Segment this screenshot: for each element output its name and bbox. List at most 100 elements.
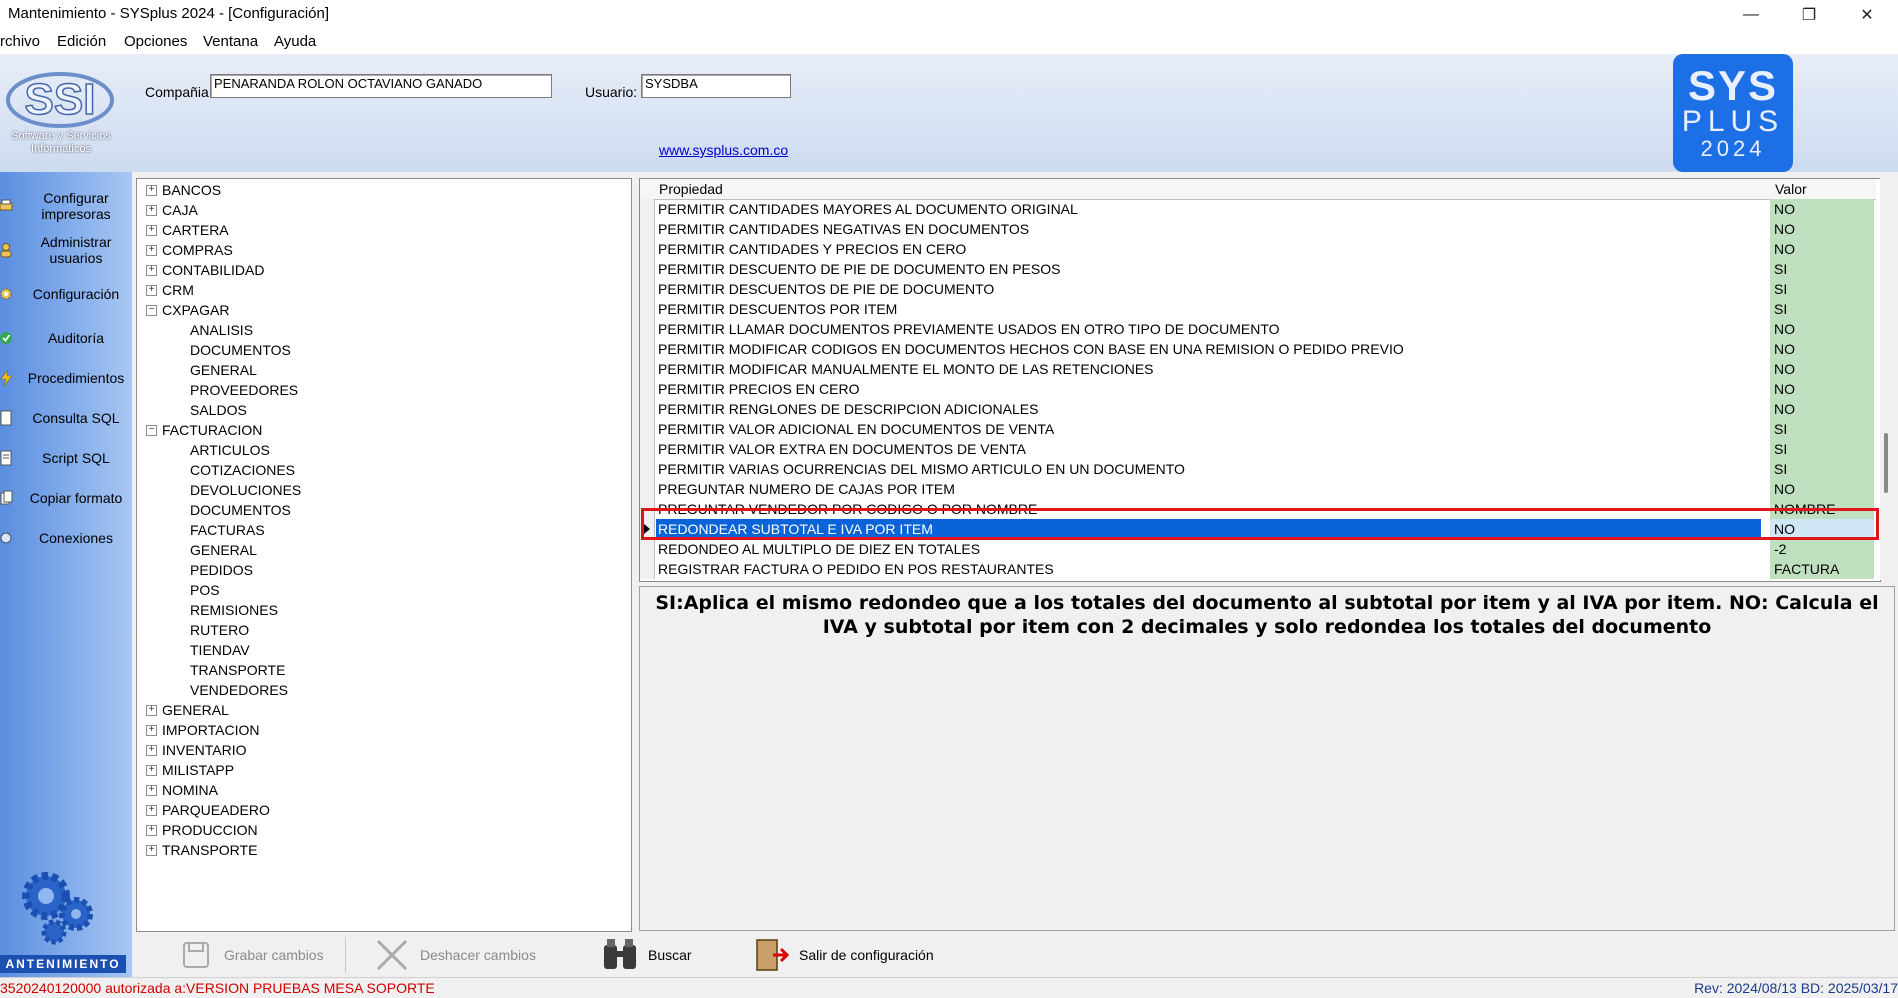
exit-config-button[interactable]: Salir de configuración bbox=[751, 935, 934, 975]
row-header[interactable] bbox=[640, 359, 655, 379]
tree-node[interactable]: + TRANSPORTE bbox=[146, 840, 257, 860]
expand-icon[interactable]: + bbox=[146, 704, 157, 716]
value-cell[interactable]: SI bbox=[1770, 419, 1874, 439]
property-cell[interactable]: PERMITIR LLAMAR DOCUMENTOS PREVIAMENTE U… bbox=[656, 319, 1761, 339]
tree-node[interactable]: TRANSPORTE bbox=[190, 660, 285, 680]
minimize-button[interactable]: — bbox=[1722, 0, 1780, 30]
property-cell[interactable]: PERMITIR PRECIOS EN CERO bbox=[656, 379, 1761, 399]
grid-row[interactable]: REDONDEO AL MULTIPLO DE DIEZ EN TOTALES -… bbox=[640, 539, 1876, 559]
tree-node[interactable]: GENERAL bbox=[190, 360, 257, 380]
tree-node[interactable]: FACTURAS bbox=[190, 520, 265, 540]
expand-icon[interactable]: + bbox=[146, 784, 157, 796]
menu-archivo[interactable]: rchivo bbox=[0, 33, 40, 50]
user-field[interactable]: SYSDBA bbox=[641, 74, 791, 98]
value-cell[interactable]: -2 bbox=[1770, 539, 1874, 559]
property-cell[interactable]: PERMITIR MODIFICAR CODIGOS EN DOCUMENTOS… bbox=[656, 339, 1761, 359]
tree-node[interactable]: + CONTABILIDAD bbox=[146, 260, 264, 280]
sidebar-item-users[interactable]: Administrar usuarios bbox=[0, 234, 132, 266]
row-header[interactable] bbox=[640, 299, 655, 319]
property-cell[interactable]: PERMITIR DESCUENTOS DE PIE DE DOCUMENTO bbox=[656, 279, 1761, 299]
expand-icon[interactable]: + bbox=[146, 744, 157, 756]
sidebar-item-consulta-sql[interactable]: Consulta SQL bbox=[0, 410, 132, 426]
company-field[interactable]: PENARANDA ROLON OCTAVIANO GANADO bbox=[210, 74, 552, 98]
close-button[interactable]: ✕ bbox=[1838, 0, 1896, 30]
expand-icon[interactable]: + bbox=[146, 824, 157, 836]
save-button[interactable]: Grabar cambios bbox=[176, 935, 324, 975]
expand-icon[interactable]: + bbox=[146, 264, 157, 276]
sidebar-item-script-sql[interactable]: Script SQL bbox=[0, 450, 132, 466]
tree-node[interactable]: ARTICULOS bbox=[190, 440, 270, 460]
menu-ayuda[interactable]: Ayuda bbox=[274, 33, 316, 50]
value-cell[interactable]: NO bbox=[1770, 199, 1874, 219]
grid-row[interactable]: PERMITIR PRECIOS EN CERO NO bbox=[640, 379, 1876, 399]
menu-ventana[interactable]: Ventana bbox=[203, 33, 258, 50]
grid-row[interactable]: PERMITIR VALOR EXTRA EN DOCUMENTOS DE VE… bbox=[640, 439, 1876, 459]
grid-row[interactable]: PERMITIR VARIAS OCURRENCIAS DEL MISMO AR… bbox=[640, 459, 1876, 479]
grid-row[interactable]: PERMITIR CANTIDADES MAYORES AL DOCUMENTO… bbox=[640, 199, 1876, 219]
value-cell[interactable]: NO bbox=[1770, 339, 1874, 359]
collapse-icon[interactable]: − bbox=[146, 424, 157, 436]
expand-icon[interactable]: + bbox=[146, 224, 157, 236]
tree-node[interactable]: − FACTURACION bbox=[146, 420, 262, 440]
expand-icon[interactable]: + bbox=[146, 204, 157, 216]
expand-icon[interactable]: + bbox=[146, 844, 157, 856]
row-header[interactable] bbox=[640, 419, 655, 439]
sidebar-item-printers[interactable]: Configurar impresoras bbox=[0, 190, 132, 222]
row-header[interactable] bbox=[640, 319, 655, 339]
expand-icon[interactable]: + bbox=[146, 184, 157, 196]
tree-node[interactable]: DOCUMENTOS bbox=[190, 500, 291, 520]
value-cell[interactable]: NO bbox=[1770, 479, 1874, 499]
expand-icon[interactable]: + bbox=[146, 724, 157, 736]
collapse-icon[interactable]: − bbox=[146, 304, 157, 316]
value-cell[interactable]: SI bbox=[1770, 439, 1874, 459]
sidebar-item-configuracion[interactable]: Configuración bbox=[0, 286, 132, 302]
value-cell[interactable]: FACTURA bbox=[1770, 559, 1874, 579]
row-header[interactable] bbox=[640, 239, 655, 259]
property-cell[interactable]: PERMITIR CANTIDADES MAYORES AL DOCUMENTO… bbox=[656, 199, 1761, 219]
row-header[interactable] bbox=[640, 539, 655, 559]
tree-node[interactable]: RUTERO bbox=[190, 620, 249, 640]
tree-node[interactable]: + PARQUEADERO bbox=[146, 800, 270, 820]
grid-row[interactable]: PERMITIR CANTIDADES Y PRECIOS EN CERO NO bbox=[640, 239, 1876, 259]
grid-row[interactable]: PERMITIR DESCUENTOS POR ITEM SI bbox=[640, 299, 1876, 319]
tree-node[interactable]: GENERAL bbox=[190, 540, 257, 560]
row-header[interactable] bbox=[640, 459, 655, 479]
property-cell[interactable]: REDONDEO AL MULTIPLO DE DIEZ EN TOTALES bbox=[656, 539, 1761, 559]
value-cell[interactable]: SI bbox=[1770, 259, 1874, 279]
value-cell[interactable]: NO bbox=[1770, 239, 1874, 259]
tree-node[interactable]: COTIZACIONES bbox=[190, 460, 295, 480]
grid-row[interactable]: PERMITIR DESCUENTO DE PIE DE DOCUMENTO E… bbox=[640, 259, 1876, 279]
tree-node[interactable]: + PRODUCCION bbox=[146, 820, 258, 840]
property-cell[interactable]: PERMITIR MODIFICAR MANUALMENTE EL MONTO … bbox=[656, 359, 1761, 379]
sidebar-item-conexiones[interactable]: Conexiones bbox=[0, 530, 132, 546]
row-header[interactable] bbox=[640, 439, 655, 459]
property-cell[interactable]: PERMITIR VALOR EXTRA EN DOCUMENTOS DE VE… bbox=[656, 439, 1761, 459]
tree-node[interactable]: SALDOS bbox=[190, 400, 247, 420]
value-cell[interactable]: NO bbox=[1770, 379, 1874, 399]
column-header-value[interactable]: Valor bbox=[1775, 181, 1807, 197]
tree-node[interactable]: + CRM bbox=[146, 280, 194, 300]
row-header[interactable] bbox=[640, 219, 655, 239]
tree-node[interactable]: POS bbox=[190, 580, 220, 600]
tree-node[interactable]: + GENERAL bbox=[146, 700, 229, 720]
restore-button[interactable]: ❐ bbox=[1780, 0, 1838, 30]
tree-node[interactable]: + COMPRAS bbox=[146, 240, 233, 260]
property-cell[interactable]: PERMITIR DESCUENTOS POR ITEM bbox=[656, 299, 1761, 319]
property-cell[interactable]: PERMITIR VARIAS OCURRENCIAS DEL MISMO AR… bbox=[656, 459, 1761, 479]
sidebar-item-copiar-formato[interactable]: Copiar formato bbox=[0, 490, 132, 506]
tree-node[interactable]: + CARTERA bbox=[146, 220, 229, 240]
value-cell[interactable]: NO bbox=[1770, 359, 1874, 379]
value-cell[interactable]: SI bbox=[1770, 279, 1874, 299]
value-cell[interactable]: NO bbox=[1770, 319, 1874, 339]
menu-edicion[interactable]: Edición bbox=[57, 33, 106, 50]
grid-scrollbar[interactable] bbox=[1880, 178, 1894, 580]
tree-node[interactable]: + CAJA bbox=[146, 200, 198, 220]
tree-node[interactable]: + BANCOS bbox=[146, 180, 221, 200]
tree-node[interactable]: TIENDAV bbox=[190, 640, 250, 660]
tree-node[interactable]: VENDEDORES bbox=[190, 680, 288, 700]
tree-node[interactable]: ANALISIS bbox=[190, 320, 253, 340]
property-cell[interactable]: PERMITIR CANTIDADES Y PRECIOS EN CERO bbox=[656, 239, 1761, 259]
scrollbar-thumb[interactable] bbox=[1884, 433, 1888, 493]
row-header[interactable] bbox=[640, 199, 655, 219]
tree-node[interactable]: + NOMINA bbox=[146, 780, 218, 800]
